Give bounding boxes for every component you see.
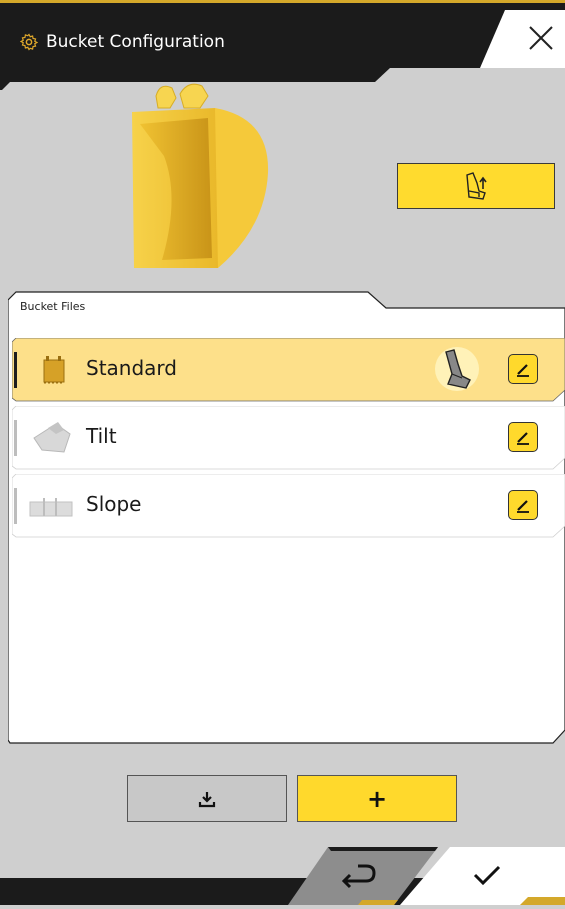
bucket-preview-image: [132, 83, 269, 268]
edit-button[interactable]: [508, 422, 538, 452]
bucket-assign-icon: [466, 172, 487, 200]
edit-icon: [517, 432, 529, 445]
list-item-label: Slope: [86, 492, 142, 516]
close-icon: [529, 26, 553, 50]
active-bucket-icon: [435, 347, 479, 391]
import-icon: [198, 791, 216, 807]
list-item-tilt[interactable]: Tilt: [12, 406, 565, 470]
list-item-label: Tilt: [86, 424, 117, 448]
bucket-files-title: Bucket Files: [20, 300, 86, 313]
assign-bucket-button[interactable]: [397, 163, 555, 209]
checkmark-icon: [473, 865, 501, 886]
list-item-label: Standard: [86, 356, 177, 380]
edit-button[interactable]: [508, 354, 538, 384]
confirm-button[interactable]: [400, 845, 565, 905]
edit-icon: [517, 364, 529, 377]
gear-icon: [20, 33, 38, 51]
list-item-standard[interactable]: Standard: [12, 338, 565, 402]
edit-icon: [517, 500, 529, 513]
tilt-bucket-icon: [33, 422, 71, 453]
list-item-slope[interactable]: Slope: [12, 474, 565, 538]
standard-bucket-icon: [43, 356, 65, 384]
return-icon: [341, 864, 376, 889]
slope-bucket-icon: [29, 498, 73, 517]
close-button[interactable]: [480, 10, 565, 68]
page-title: Bucket Configuration: [46, 32, 225, 52]
import-button[interactable]: [127, 775, 287, 822]
add-bucket-button[interactable]: +: [297, 775, 457, 822]
edit-button[interactable]: [508, 490, 538, 520]
page-title-container: Bucket Configuration: [20, 28, 225, 56]
add-label: +: [366, 784, 388, 813]
